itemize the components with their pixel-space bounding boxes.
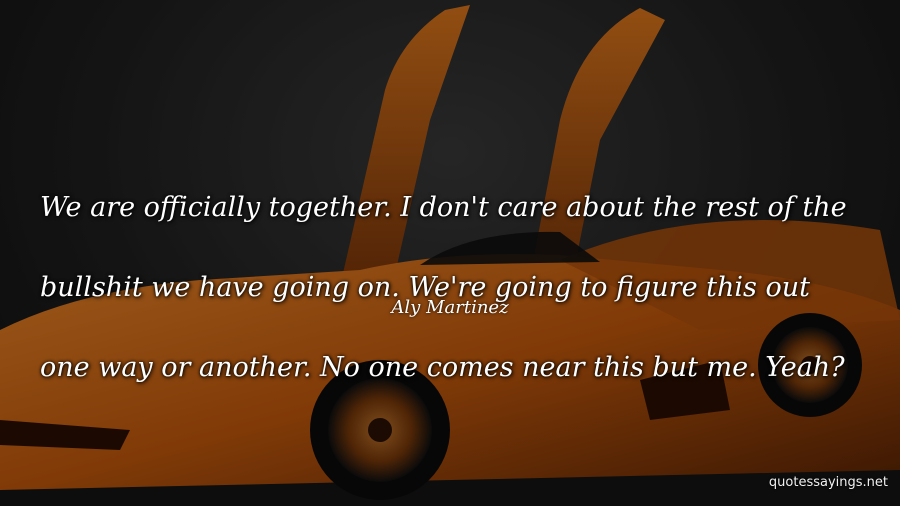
quote-text: We are officially together. I don't care…	[40, 148, 860, 388]
quote-image: We are officially together. I don't care…	[0, 0, 900, 506]
site-watermark: quotessayings.net	[768, 475, 888, 490]
quote-author: Aly Martinez	[391, 297, 509, 318]
quote-line: We are officially together. I don't care…	[40, 192, 847, 223]
quote-line: one way or another. No one comes near th…	[40, 352, 845, 383]
